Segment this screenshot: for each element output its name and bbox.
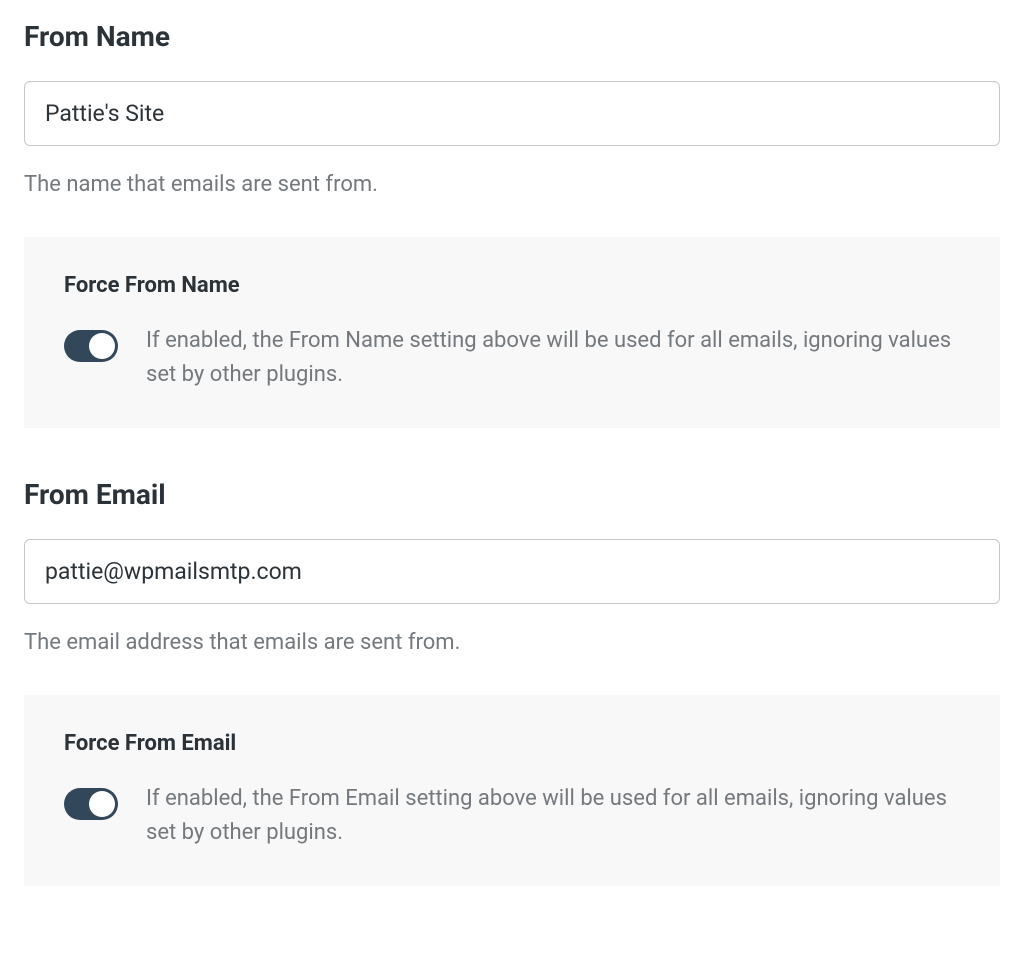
force-from-name-description: If enabled, the From Name setting above … — [146, 324, 960, 392]
force-from-name-title: Force From Name — [64, 273, 960, 298]
force-from-email-toggle[interactable] — [64, 788, 118, 820]
toggle-knob — [89, 333, 115, 359]
force-from-name-row: If enabled, the From Name setting above … — [64, 324, 960, 392]
from-name-section: From Name The name that emails are sent … — [24, 20, 1000, 428]
force-from-email-description: If enabled, the From Email setting above… — [146, 782, 960, 850]
from-name-help: The name that emails are sent from. — [24, 170, 1000, 201]
force-from-email-box: Force From Email If enabled, the From Em… — [24, 695, 1000, 886]
from-email-title: From Email — [24, 478, 1000, 511]
toggle-knob — [89, 791, 115, 817]
force-from-email-row: If enabled, the From Email setting above… — [64, 782, 960, 850]
from-email-section: From Email The email address that emails… — [24, 478, 1000, 886]
from-email-help: The email address that emails are sent f… — [24, 628, 1000, 659]
force-from-email-title: Force From Email — [64, 731, 960, 756]
force-from-name-toggle[interactable] — [64, 330, 118, 362]
force-from-name-box: Force From Name If enabled, the From Nam… — [24, 237, 1000, 428]
from-name-input[interactable] — [24, 81, 1000, 146]
from-email-input[interactable] — [24, 539, 1000, 604]
from-name-title: From Name — [24, 20, 1000, 53]
